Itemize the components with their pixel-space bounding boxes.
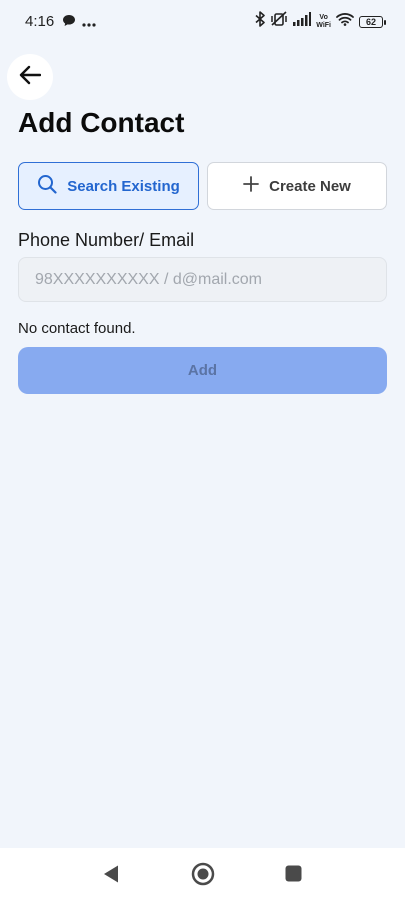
chat-bubble-icon	[62, 14, 76, 32]
search-existing-label: Search Existing	[67, 177, 180, 195]
back-button[interactable]	[7, 54, 53, 100]
arrow-left-icon	[19, 65, 42, 90]
phone-email-input[interactable]	[18, 257, 387, 302]
plus-icon	[243, 176, 260, 196]
nav-back-triangle-icon[interactable]	[102, 864, 120, 889]
vibrate-off-icon	[270, 11, 288, 32]
phone-email-label: Phone Number/ Email	[18, 230, 195, 250]
status-time: 4:16	[25, 13, 55, 30]
create-new-label: Create New	[269, 177, 351, 195]
add-button[interactable]: Add	[18, 347, 387, 394]
nav-recents-icon[interactable]	[285, 865, 302, 887]
more-notifications-icon	[82, 14, 96, 32]
page-title: Add Contact	[18, 107, 185, 138]
system-navigation-bar	[0, 848, 405, 900]
search-icon	[37, 174, 57, 198]
add-contact-screen: 4:16 Vo WiFi 62 Add Contact Search Exist…	[0, 0, 405, 900]
cellular-signal-icon	[293, 12, 312, 31]
search-existing-button[interactable]: Search Existing	[18, 162, 199, 210]
wifi-icon	[336, 12, 354, 31]
bluetooth-icon	[255, 11, 266, 32]
nav-home-icon[interactable]	[191, 862, 215, 891]
status-bar: 4:16 Vo WiFi 62	[0, 0, 405, 44]
no-contact-message: No contact found.	[18, 320, 136, 337]
vowifi-indicator: Vo WiFi	[316, 13, 331, 29]
battery-indicator: 62	[359, 15, 386, 28]
create-new-button[interactable]: Create New	[207, 162, 387, 210]
